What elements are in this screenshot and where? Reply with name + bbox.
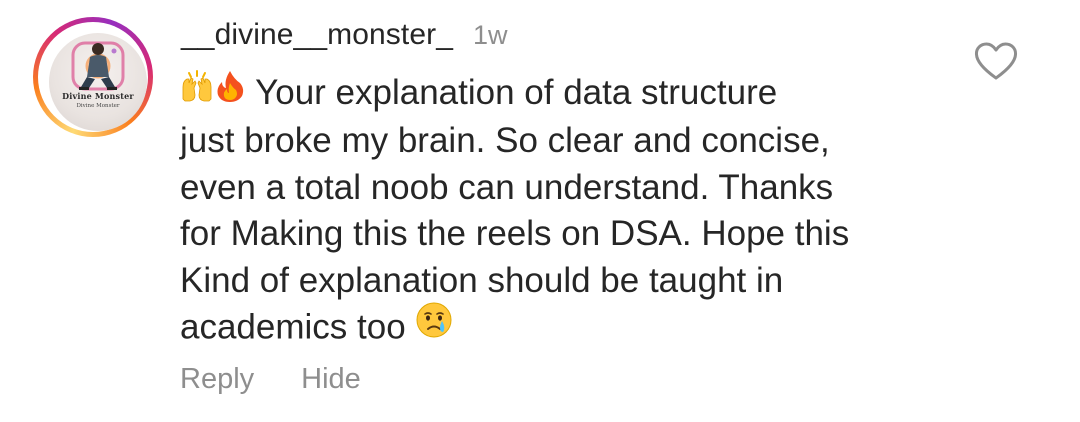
comment-line-1: Your explanation of data structure (255, 73, 778, 112)
avatar-story-ring[interactable]: Divine Monster Divine Monster (33, 17, 153, 137)
crying-face-emoji-icon (415, 301, 453, 352)
comment-line-3: even a total noob can understand. Thanks (180, 167, 834, 207)
avatar-image-icon (71, 41, 125, 91)
fire-emoji-icon (214, 69, 246, 116)
comment-header: __divine__monster_ 1w (181, 18, 508, 58)
username[interactable]: __divine__monster_ (181, 18, 453, 52)
avatar-sub-text: Divine Monster (76, 103, 120, 109)
avatar: Divine Monster Divine Monster (49, 33, 147, 131)
comment-line-2: just broke my brain. So clear and concis… (180, 121, 830, 160)
comment-item: Divine Monster Divine Monster __divine__… (0, 0, 1080, 422)
comment-line-4: for Making this the reels on DSA. Hope t… (180, 214, 850, 253)
hide-button[interactable]: Hide (301, 363, 361, 396)
raising-hands-emoji-icon (180, 69, 214, 116)
comment-text: Your explanation of data structure just … (180, 69, 940, 355)
heart-icon[interactable] (973, 41, 1019, 81)
reply-button[interactable]: Reply (180, 363, 254, 396)
comment-line-5: Kind of explanation should be taught in (180, 260, 784, 300)
timestamp: 1w (472, 20, 508, 50)
comment-actions: Reply Hide (180, 363, 361, 396)
comment-line-6: academics too (180, 307, 406, 347)
avatar-name-text: Divine Monster (62, 91, 134, 101)
